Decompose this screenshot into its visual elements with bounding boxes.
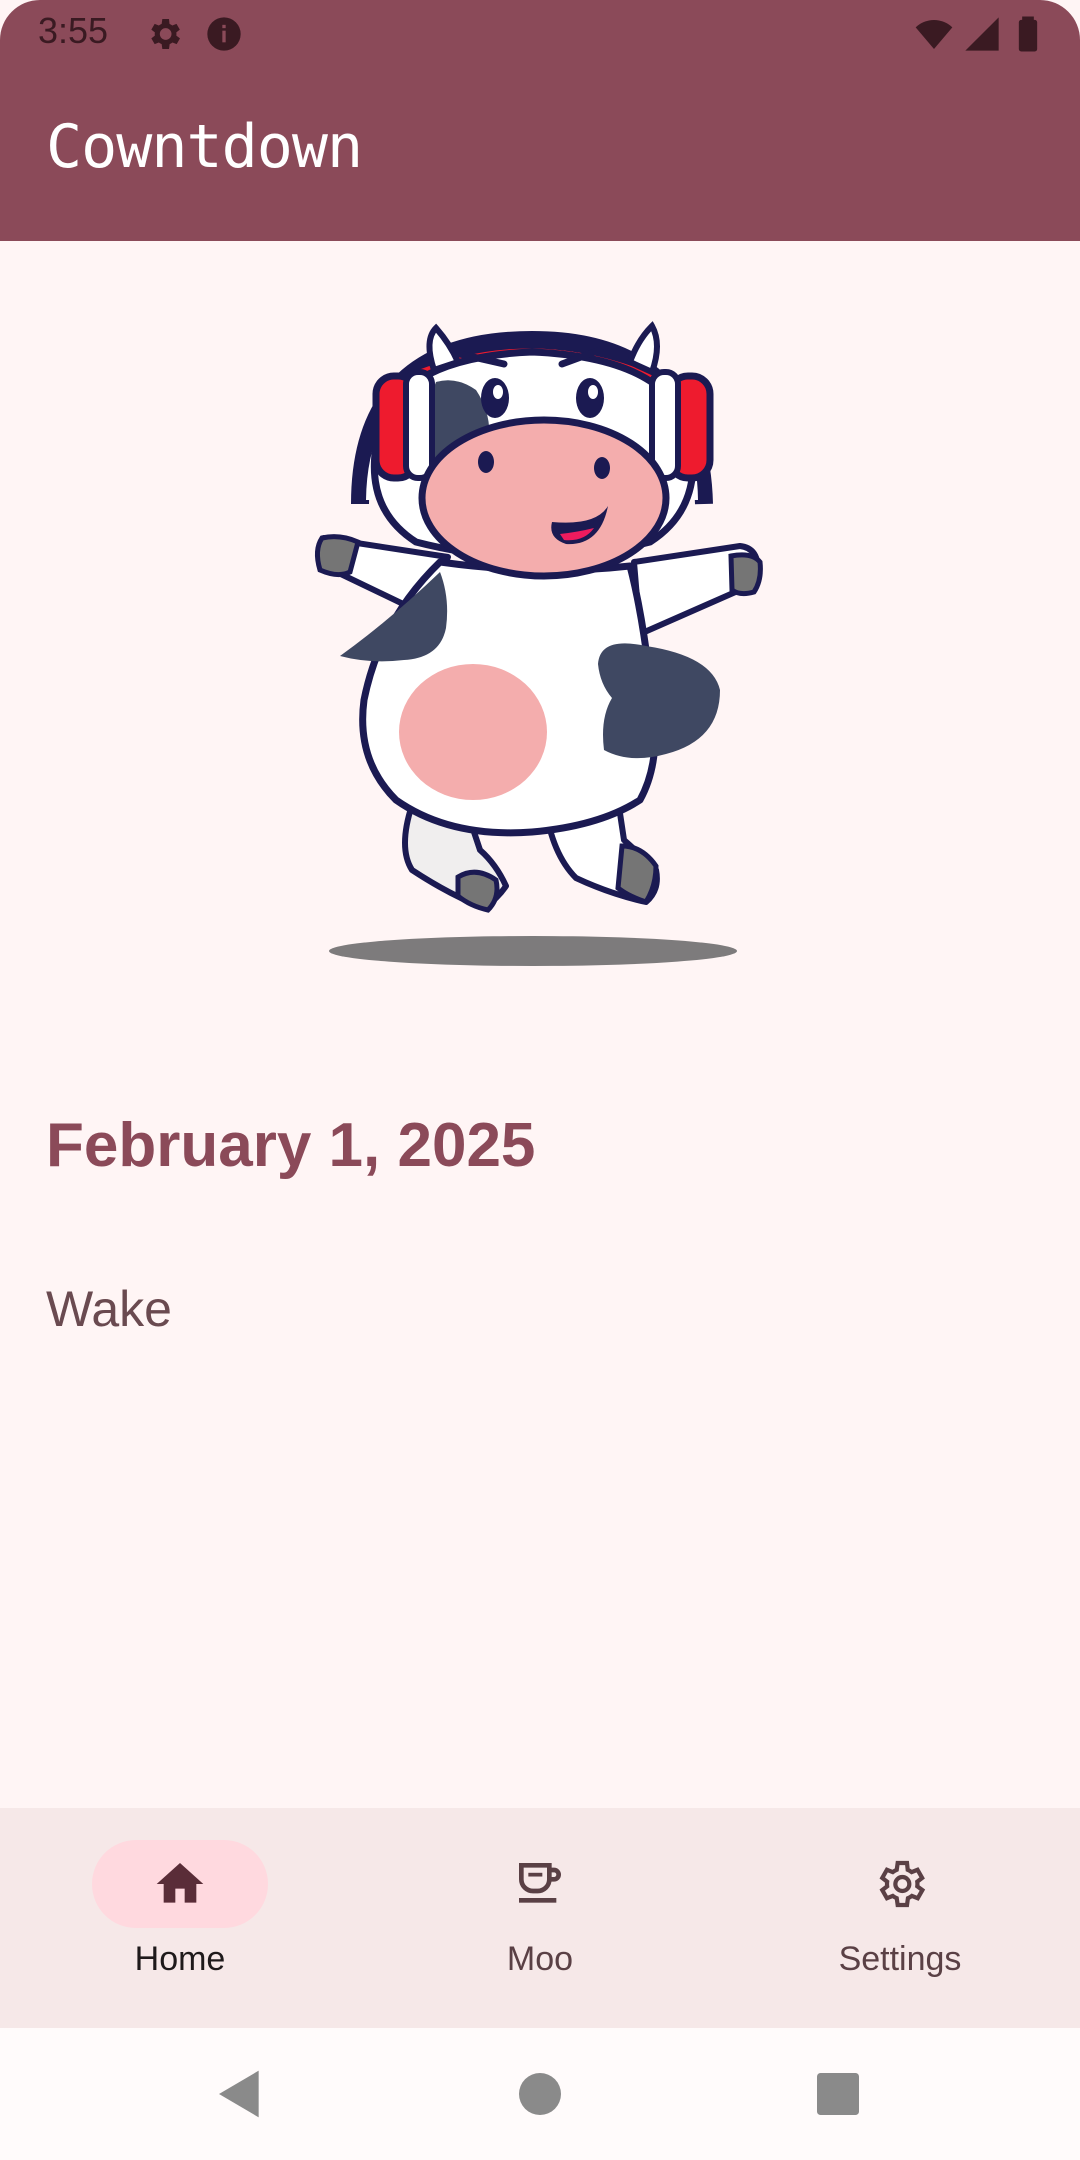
app-bar: 3:55 Cowntdown [0,0,1080,241]
nav-item-settings[interactable]: Settings [720,1808,1080,2028]
home-icon [152,1856,208,1912]
wifi-icon [914,14,954,54]
signal-icon [962,14,1002,54]
settings-icon [144,14,184,54]
info-icon [204,14,244,54]
screen: 3:55 Cowntdown February 1, 2025 Wake Hom… [0,0,1080,2160]
bottom-navigation: Home Moo Settings [0,1808,1080,2028]
nav-item-home[interactable]: Home [0,1808,360,2028]
back-icon[interactable] [212,2066,268,2122]
cup-icon [512,1856,568,1912]
nav-label-moo: Moo [506,1940,574,1978]
home-circle-icon[interactable] [512,2066,568,2122]
status-bar: 3:55 [0,0,1080,66]
status-time: 3:55 [38,10,109,51]
battery-icon [1008,14,1048,54]
app-title: Cowntdown [46,112,363,182]
countdown-date: February 1, 2025 [46,1111,536,1180]
nav-label-home: Home [134,1940,226,1978]
nav-label-settings: Settings [838,1940,962,1978]
cow-illustration [300,280,790,980]
settings-icon [872,1856,928,1912]
nav-item-moo[interactable]: Moo [360,1808,720,2028]
system-navigation-bar [0,2028,1080,2160]
countdown-event-label: Wake [46,1281,172,1337]
recents-icon[interactable] [810,2066,866,2122]
